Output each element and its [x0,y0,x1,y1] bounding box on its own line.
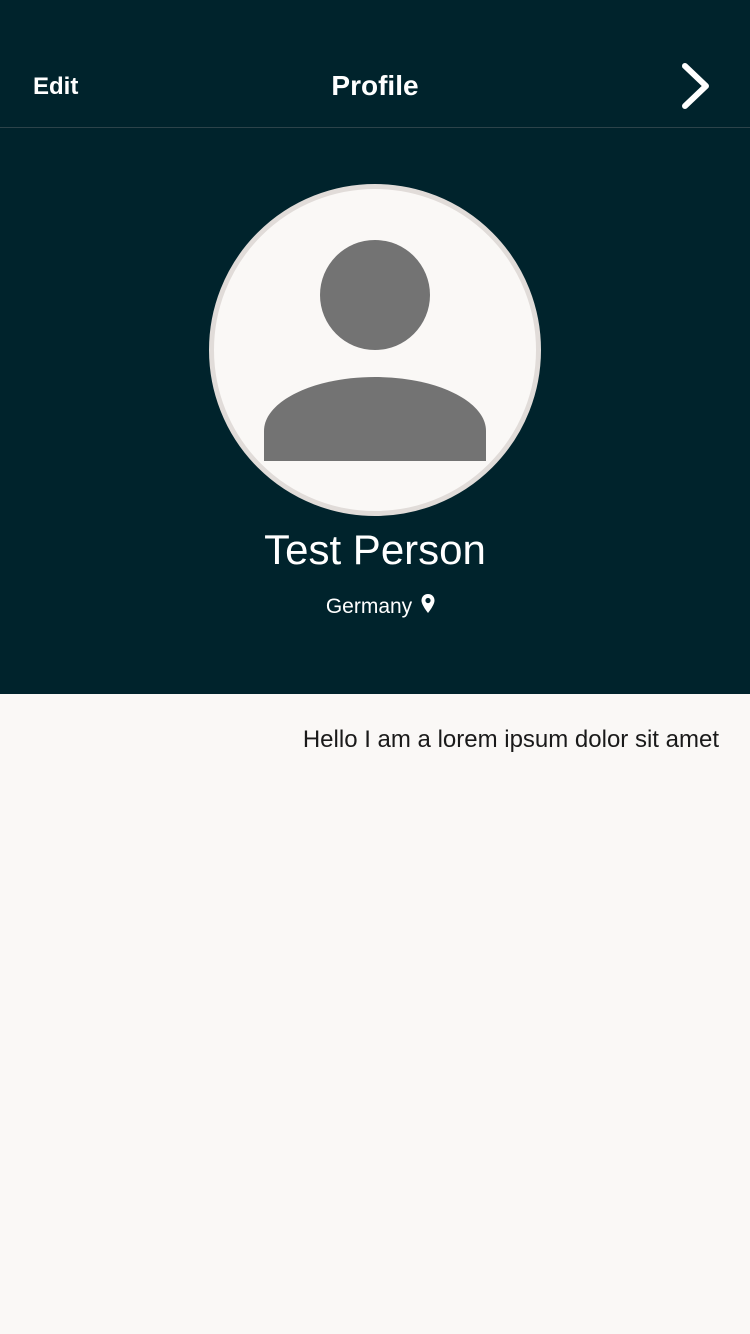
profile-header: Edit Profile Test Person Germany [0,0,750,694]
chevron-right-icon[interactable] [674,60,718,112]
profile-name: Test Person [264,526,486,573]
profile-bio: Hello I am a lorem ipsum dolor sit amet [302,726,719,753]
location-label: Germany [325,595,413,618]
person-placeholder-icon [264,240,486,461]
navigation-bar: Edit Profile [0,0,750,128]
avatar[interactable] [209,184,541,516]
page-title: Profile [331,70,419,101]
profile-location: Germany [0,592,750,622]
map-pin-icon [420,593,436,615]
